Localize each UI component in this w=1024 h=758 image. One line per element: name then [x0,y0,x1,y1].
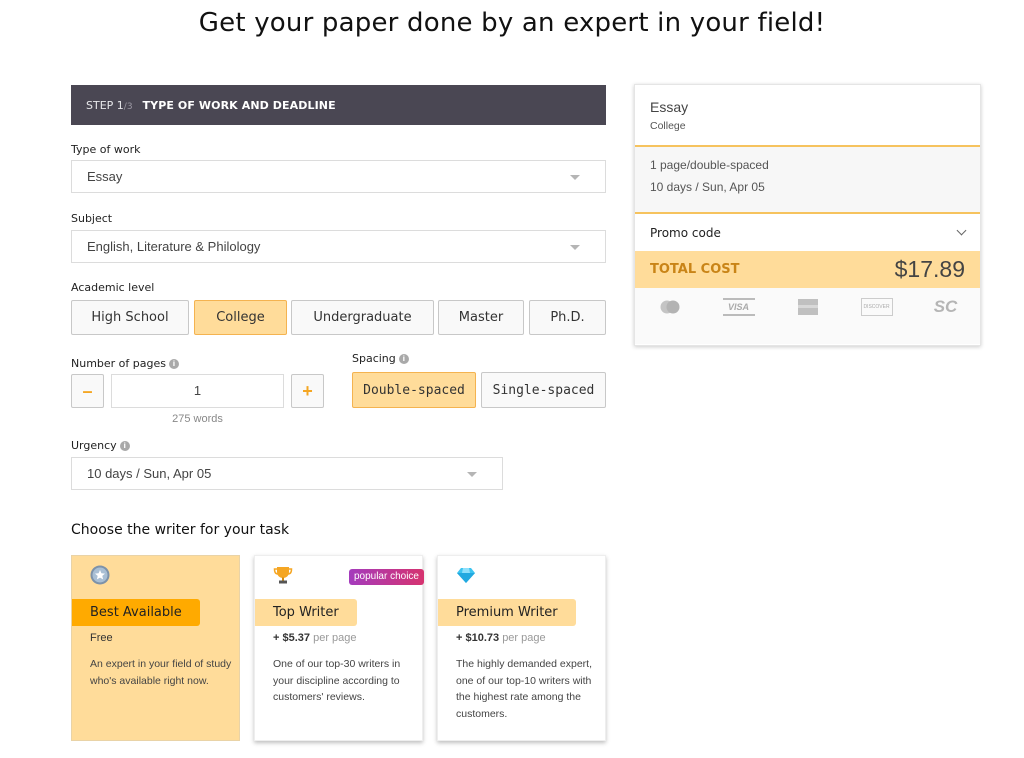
step-indicator: STEP 1/3 [86,99,133,112]
level-option-college[interactable]: College [194,300,287,335]
amex-icon [792,298,824,316]
writer-card-premium-writer[interactable]: Premium Writer + $10.73 per page The hig… [437,555,606,741]
increase-pages-button[interactable]: + [291,374,324,408]
urgency-label-text: Urgency [71,439,117,452]
writer-card-top-writer[interactable]: popular choice Top Writer + $5.37 per pa… [254,555,424,741]
step-header: STEP 1/3 TYPE OF WORK AND DEADLINE [71,85,606,125]
pages-input[interactable]: 1 [111,374,284,408]
trophy-icon [273,567,293,584]
total-cost-label: TOTAL COST [650,262,740,277]
writer-price: + $5.37 per page [273,632,357,644]
info-icon[interactable]: i [169,359,179,369]
spacing-option-double[interactable]: Double-spaced [352,372,476,408]
urgency-label: Urgency i [71,439,130,452]
discover-icon: DISCOVER [860,298,893,316]
promo-code-toggle[interactable]: Promo code [635,214,980,251]
decrease-pages-button[interactable]: – [71,374,104,408]
level-option-undergraduate[interactable]: Undergraduate [291,300,434,335]
caret-down-icon [570,175,580,180]
subject-label: Subject [71,212,113,225]
level-option-high-school[interactable]: High School [71,300,189,335]
price-value: + $5.37 [273,632,311,644]
chevron-down-icon [956,225,967,236]
sc-icon: SC [933,297,958,316]
writer-section-heading: Choose the writer for your task [71,522,290,538]
level-option-phd[interactable]: Ph.D. [529,300,606,335]
step-number: STEP 1 [86,98,124,112]
total-cost-value: $17.89 [894,256,965,282]
popular-choice-badge: popular choice [348,569,424,585]
order-summary: Essay College 1 page/double-spaced 10 da… [634,84,981,346]
step-title: TYPE OF WORK AND DEADLINE [142,98,336,112]
mastercard-icon [654,298,686,316]
price-value: Free [90,632,113,644]
total-cost-row: TOTAL COST $17.89 [635,251,980,288]
spacing-label: Spacing i [352,352,409,365]
caret-down-icon [467,472,477,477]
type-of-work-select[interactable]: Essay [71,160,606,193]
academic-level-label: Academic level [71,281,155,294]
urgency-select[interactable]: 10 days / Sun, Apr 05 [71,457,503,490]
summary-details: 1 page/double-spaced 10 days / Sun, Apr … [635,147,980,214]
writer-price: Free [90,632,113,644]
info-icon[interactable]: i [119,441,130,451]
spacing-option-single[interactable]: Single-spaced [481,372,606,408]
urgency-value: 10 days / Sun, Apr 05 [87,466,212,481]
writer-card-best-available[interactable]: Best Available Free An expert in your fi… [71,555,240,741]
subject-select[interactable]: English, Literature & Philology [71,230,606,263]
pages-label-text: Number of pages [71,357,166,370]
promo-code-label: Promo code [650,225,721,240]
order-form: STEP 1/3 TYPE OF WORK AND DEADLINE [71,85,606,125]
writer-name: Best Available [72,599,200,626]
writer-price: + $10.73 per page [456,632,546,644]
star-badge-icon [90,565,110,585]
diamond-icon [457,568,475,583]
writer-name: Top Writer [255,599,357,626]
writer-description: The highly demanded expert, one of our t… [456,658,593,720]
summary-header: Essay College [635,85,980,147]
per-page-label: per page [313,632,357,644]
writer-description: An expert in your field of study who's a… [90,658,232,687]
type-of-work-label: Type of work [71,143,141,156]
summary-level: College [650,120,686,132]
summary-title: Essay [650,99,689,115]
writer-description: One of our top-30 writers in your discip… [273,658,401,703]
type-of-work-value: Essay [87,169,123,184]
step-total: /3 [123,101,133,112]
word-count: 275 words [172,413,223,425]
spacing-label-text: Spacing [352,352,396,365]
payment-methods: VISA DISCOVER SC [635,288,980,344]
level-option-master[interactable]: Master [438,300,524,335]
writer-name: Premium Writer [438,599,576,626]
pages-label: Number of pages i [71,357,179,370]
per-page-label: per page [502,632,546,644]
price-value: + $10.73 [456,632,500,644]
caret-down-icon [570,245,580,250]
visa-icon: VISA [722,298,755,316]
subject-value: English, Literature & Philology [87,239,261,254]
page-headline: Get your paper done by an expert in your… [198,8,826,38]
summary-pages: 1 page/double-spaced [650,158,769,172]
info-icon[interactable]: i [398,354,409,364]
summary-deadline: 10 days / Sun, Apr 05 [650,180,765,194]
